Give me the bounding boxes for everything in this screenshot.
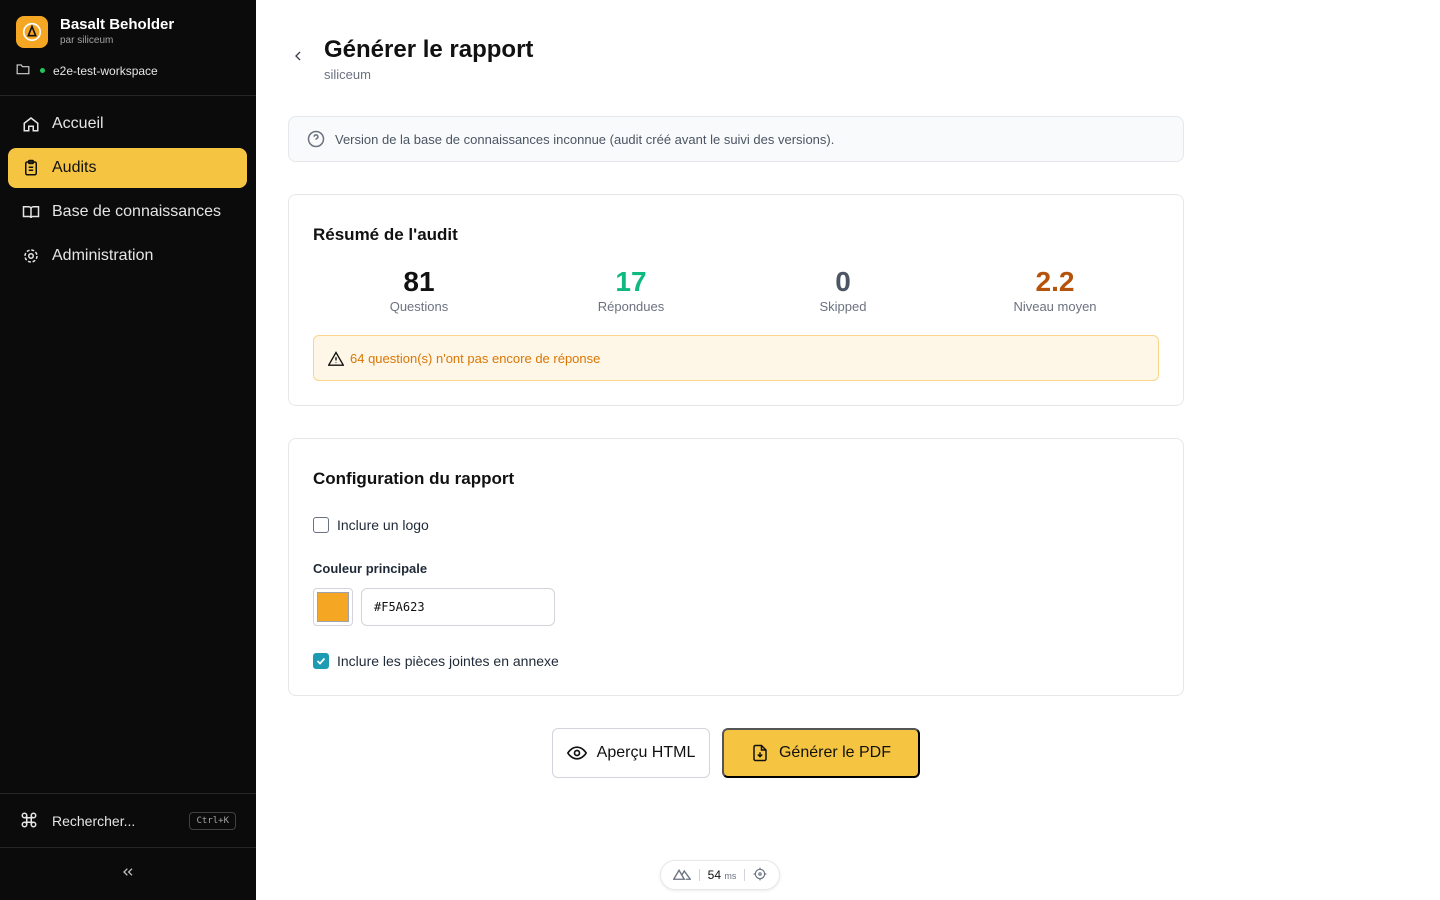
preview-html-button[interactable]: Aperçu HTML (552, 728, 710, 778)
stat-value: 17 (615, 266, 647, 297)
button-label: Générer le PDF (778, 744, 892, 761)
book-icon (22, 203, 40, 221)
generate-pdf-button[interactable]: Générer le PDF (722, 728, 920, 778)
sidebar-item-label: Base de connaissances (52, 203, 221, 220)
stat-label: Skipped (819, 299, 867, 314)
audit-summary-card: Résumé de l'audit 81 Questions 17 Répond… (288, 194, 1184, 406)
divider (0, 95, 256, 96)
status-dot (40, 68, 45, 73)
warning-text: 64 question(s) n'ont pas encore de répon… (350, 350, 601, 366)
stats-row: 81 Questions 17 Répondues 0 Skipped 2.2 … (313, 265, 1161, 315)
sidebar-item-accueil[interactable]: Accueil (8, 104, 247, 144)
checkbox-checked[interactable] (313, 653, 329, 669)
chevron-left-icon (290, 48, 306, 69)
stat-value: 0 (835, 266, 851, 297)
color-picker[interactable] (313, 588, 353, 626)
sidebar-item-audits[interactable]: Audits (8, 148, 247, 188)
page-subtitle: siliceum (324, 67, 371, 82)
color-hex-input[interactable] (361, 588, 555, 626)
info-text: Version de la base de connaissances inco… (335, 131, 835, 147)
brand[interactable]: Basalt Beholder par siliceum (16, 16, 174, 48)
gear-icon (22, 247, 40, 265)
sidebar: Basalt Beholder par siliceum e2e-test-wo… (0, 0, 256, 900)
warning-icon (328, 350, 344, 366)
page-title: Générer le rapport (324, 36, 534, 63)
stat-label: Répondues (597, 299, 665, 314)
stat-skipped: 0 Skipped (737, 265, 949, 315)
collapse-sidebar-button[interactable] (0, 848, 256, 900)
sidebar-nav: Accueil Audits Base de connaissances Adm… (8, 104, 247, 280)
color-label: Couleur principale (313, 561, 428, 576)
brand-subtitle: par siliceum (60, 35, 114, 46)
search-button[interactable]: Rechercher... Ctrl+K (0, 794, 256, 848)
config-title: Configuration du rapport (313, 469, 515, 488)
crosshair-icon[interactable] (753, 867, 767, 884)
include-logo-checkbox[interactable]: Inclure un logo (313, 517, 429, 533)
folder-icon (16, 63, 30, 78)
report-config-card: Configuration du rapport Inclure un logo… (288, 438, 1184, 696)
eye-icon (566, 743, 587, 763)
stat-questions: 81 Questions (313, 265, 525, 315)
file-download-icon (751, 743, 769, 763)
divider (744, 869, 746, 881)
clipboard-icon (22, 159, 40, 177)
button-label: Aperçu HTML (596, 744, 696, 761)
sidebar-item-knowledge-base[interactable]: Base de connaissances (8, 192, 247, 232)
brand-logo-icon (16, 16, 48, 48)
workspace-name: e2e-test-workspace (53, 63, 158, 78)
home-icon (22, 115, 40, 133)
workspace-selector[interactable]: e2e-test-workspace (16, 63, 158, 78)
info-banner: Version de la base de connaissances inco… (288, 116, 1184, 162)
divider (698, 869, 700, 881)
checkbox-label: Inclure un logo (337, 517, 429, 533)
chevrons-left-icon (120, 864, 136, 885)
perf-value: 54 ms (707, 868, 737, 882)
stat-label: Niveau moyen (1013, 299, 1097, 314)
stat-value: 2.2 (1035, 266, 1075, 297)
search-label: Rechercher... (52, 813, 136, 829)
stat-answered: 17 Répondues (525, 265, 737, 315)
summary-title: Résumé de l'audit (313, 225, 458, 244)
perf-indicator[interactable]: 54 ms (660, 860, 780, 890)
back-button[interactable] (288, 46, 308, 70)
unanswered-warning: 64 question(s) n'ont pas encore de répon… (313, 335, 1159, 381)
checkbox-label: Inclure les pièces jointes en annexe (337, 653, 559, 669)
checkbox[interactable] (313, 517, 329, 533)
nuxt-logo-icon (672, 868, 692, 883)
command-icon (20, 811, 38, 832)
sidebar-item-label: Audits (52, 159, 97, 176)
sidebar-item-administration[interactable]: Administration (8, 236, 247, 276)
stat-average-level: 2.2 Niveau moyen (949, 265, 1161, 315)
stat-label: Questions (389, 299, 449, 314)
sidebar-item-label: Administration (52, 247, 154, 264)
help-circle-icon (307, 130, 325, 148)
brand-name: Basalt Beholder (60, 16, 175, 33)
shortcut-badge: Ctrl+K (189, 812, 236, 830)
stat-value: 81 (403, 266, 435, 297)
include-attachments-checkbox[interactable]: Inclure les pièces jointes en annexe (313, 653, 559, 669)
sidebar-item-label: Accueil (52, 115, 104, 132)
